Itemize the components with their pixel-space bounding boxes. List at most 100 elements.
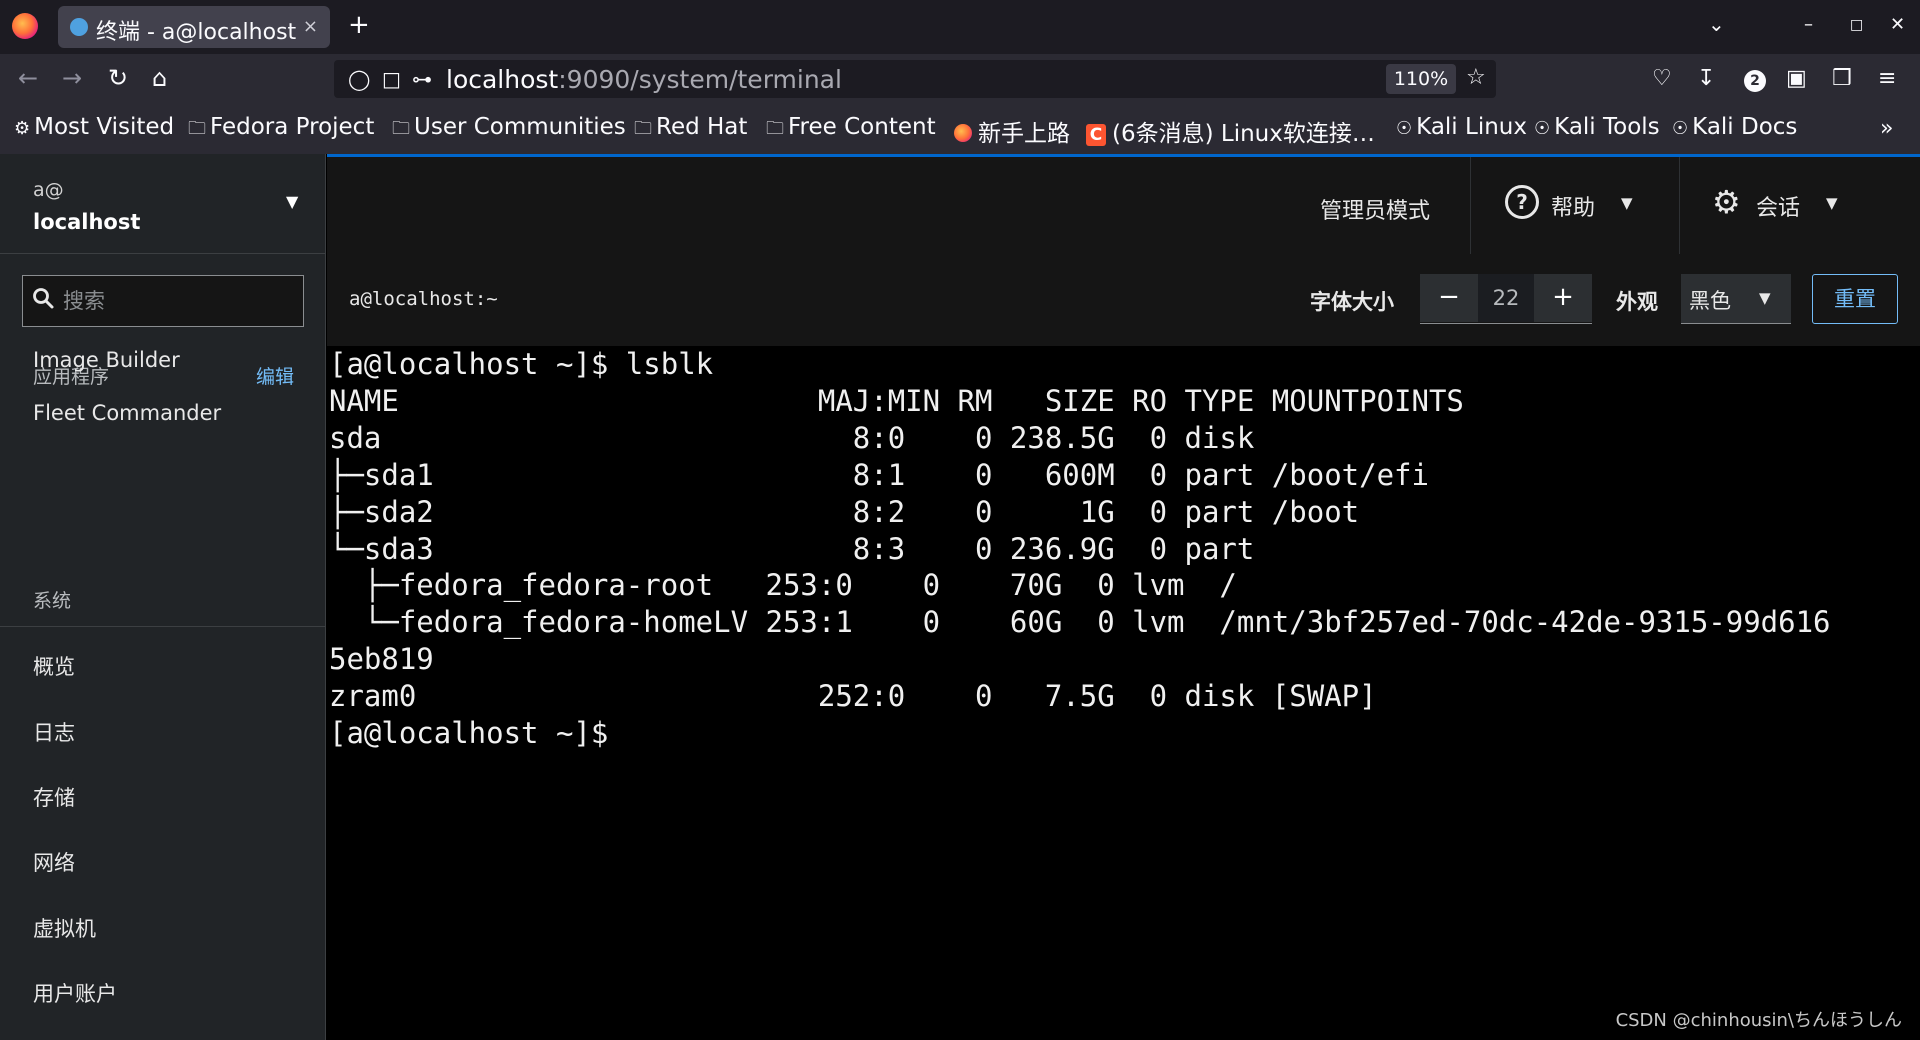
terminal-line: └─sda3 8:3 0 236.9G 0 part (329, 531, 1255, 566)
folder-icon: 🗀 (766, 118, 784, 139)
font-size-value[interactable]: 22 (1478, 274, 1534, 322)
tracking-protection-shield-icon[interactable]: ◯ (348, 67, 370, 91)
terminal-toolbar: a@localhost:~ 字体大小 − 22 + 外观 黑色 ▼ 重置 (327, 254, 1920, 346)
bookmark-label: (6条消息) Linux软连接… (1112, 121, 1375, 147)
forward-arrow-icon[interactable]: → (62, 64, 82, 92)
terminal-screen[interactable]: [a@localhost ~]$ lsblk NAME MAJ:MIN RM S… (327, 346, 1920, 1040)
sidebar-item-accounts[interactable]: 用户账户 (33, 978, 117, 1008)
terminal-line: NAME MAJ:MIN RM SIZE RO TYPE MOUNTPOINTS (329, 383, 1464, 418)
terminal-line: ├─fedora_fedora-root 253:0 0 70G 0 lvm / (329, 568, 1237, 603)
terminal-line: sda 8:0 0 238.5G 0 disk (329, 420, 1255, 455)
terminal-title: a@localhost:~ (349, 288, 498, 310)
bookmark-fedora-project[interactable]: 🗀 Fedora Project (188, 114, 374, 146)
bookmark-kali-linux[interactable]: ☉ Kali Linux (1396, 114, 1527, 140)
bookmark-user-communities[interactable]: 🗀 User Communities (392, 114, 626, 146)
menu-hamburger-icon[interactable]: ≡ (1878, 66, 1896, 91)
tab-close-icon[interactable]: × (303, 16, 318, 37)
font-size-decrease-button[interactable]: − (1420, 274, 1478, 322)
tab-favicon-icon (70, 18, 88, 36)
sidebar-divider (0, 626, 326, 627)
bookmark-label: User Communities (414, 114, 626, 140)
bookmarks-toolbar: ⚙ Most Visited 🗀 Fedora Project 🗀 User Comm… (0, 104, 1920, 154)
font-size-increase-button[interactable]: + (1534, 274, 1592, 322)
appearance-label: 外观 (1616, 290, 1658, 314)
sidebar-item-virtual-machines[interactable]: 虚拟机 (33, 913, 96, 943)
home-icon[interactable]: ⌂ (152, 64, 167, 92)
host-user: a@ (33, 179, 64, 201)
sidebar-item-image-builder[interactable]: Image Builder (33, 348, 180, 372)
gear-icon: ⚙ (1712, 183, 1741, 221)
bookmark-label: Kali Tools (1554, 114, 1660, 140)
url-text[interactable]: localhost:9090/system/terminal (446, 65, 842, 94)
url-host: localhost (446, 65, 559, 94)
browser-nav-bar: ← → ↻ ⌂ ◯ □ ⊶ localhost:9090/system/term… (0, 54, 1920, 104)
caret-down-icon: ▼ (1621, 194, 1633, 212)
gear-icon: ⚙ (14, 118, 31, 139)
bookmark-most-visited[interactable]: ⚙ Most Visited (14, 114, 174, 140)
appearance-select[interactable]: 黑色 ▼ (1681, 274, 1791, 324)
reload-icon[interactable]: ↻ (108, 64, 128, 92)
extension-mask-icon[interactable]: ▣ (1786, 66, 1807, 91)
font-size-label: 字体大小 (1310, 290, 1394, 314)
terminal-output: [a@localhost ~]$ lsblk NAME MAJ:MIN RM S… (329, 346, 1831, 752)
browser-tab[interactable]: 终端 - a@localhost × (58, 6, 330, 48)
bookmark-star-icon[interactable]: ☆ (1466, 65, 1486, 90)
search-icon (33, 288, 54, 309)
sidebar-item-fleet-commander[interactable]: Fleet Commander (33, 401, 221, 425)
firefox-icon (954, 124, 972, 142)
list-tabs-chevron-icon[interactable]: ⌄ (1708, 12, 1725, 36)
bookmark-kali-docs[interactable]: ☉ Kali Docs (1672, 114, 1797, 140)
bookmark-label: Free Content (788, 114, 936, 140)
help-label: 帮助 (1551, 196, 1596, 221)
sidebar-item-logs[interactable]: 日志 (33, 717, 75, 747)
firefox-logo-icon[interactable] (12, 13, 38, 39)
pocket-icon[interactable]: ♡ (1652, 66, 1672, 91)
reset-button[interactable]: 重置 (1812, 274, 1898, 324)
sidebar-item-storage[interactable]: 存储 (33, 782, 75, 812)
edit-apps-link[interactable]: 编辑 (256, 362, 294, 389)
bookmark-xinshou[interactable]: 新手上路 (954, 114, 1070, 148)
page-info-icon[interactable]: □ (382, 67, 401, 91)
search-input[interactable] (63, 284, 293, 318)
csdn-icon: C (1086, 124, 1106, 146)
bookmark-red-hat[interactable]: 🗀 Red Hat (634, 114, 747, 146)
cockpit-masthead: 管理员模式 ? 帮助 ▼ ⚙ 会话 ▼ (327, 154, 1920, 254)
close-window-icon[interactable]: ✕ (1890, 14, 1905, 35)
tab-title: 终端 - a@localhost (96, 20, 297, 45)
sidebar-item-networking[interactable]: 网络 (33, 847, 75, 877)
terminal-line: ├─sda2 8:2 0 1G 0 part /boot (329, 494, 1360, 529)
globe-icon: ☉ (1396, 118, 1413, 139)
downloads-icon[interactable]: ↧ (1697, 66, 1715, 91)
minimize-window-icon[interactable]: – (1804, 14, 1813, 35)
bookmark-free-content[interactable]: 🗀 Free Content (766, 114, 936, 146)
masthead-divider (1470, 157, 1471, 254)
notification-badge[interactable]: 2 (1744, 70, 1766, 92)
back-arrow-icon[interactable]: ← (18, 64, 38, 92)
font-size-stepper: − 22 + (1420, 274, 1592, 324)
masthead-divider (1679, 157, 1680, 254)
host-switcher[interactable]: a@ localhost ▼ (0, 154, 326, 254)
browser-tab-bar: 终端 - a@localhost × + ⌄ – □ ✕ (0, 0, 1920, 54)
admin-mode-button[interactable]: 管理员模式 (1320, 193, 1430, 225)
extensions-puzzle-icon[interactable]: ❒ (1832, 66, 1852, 91)
sidebar-search[interactable] (22, 275, 304, 327)
system-section-header: 系统 (33, 590, 72, 612)
zoom-level-button[interactable]: 110% (1386, 64, 1456, 94)
sidebar-item-overview[interactable]: 概览 (33, 651, 75, 681)
bookmark-label: Kali Linux (1416, 114, 1527, 140)
bookmark-label: Kali Docs (1692, 114, 1798, 140)
terminal-line: └─fedora_fedora-homeLV 253:1 0 60G 0 lvm… (329, 605, 1831, 640)
bookmark-csdn-article[interactable]: C (6条消息) Linux软连接… (1086, 114, 1375, 148)
globe-icon: ☉ (1672, 118, 1689, 139)
bookmark-label: Red Hat (656, 114, 748, 140)
csdn-watermark: CSDN @chinhousin\ちんほうしん (1615, 1010, 1902, 1031)
address-bar[interactable]: ◯ □ ⊶ localhost:9090/system/terminal 110… (334, 60, 1496, 98)
maximize-window-icon[interactable]: □ (1850, 17, 1863, 33)
key-icon[interactable]: ⊶ (412, 67, 432, 91)
bookmark-label: Fedora Project (210, 114, 375, 140)
bookmark-kali-tools[interactable]: ☉ Kali Tools (1534, 114, 1660, 140)
globe-icon: ☉ (1534, 118, 1551, 139)
bookmarks-overflow-chevron-icon[interactable]: » (1880, 116, 1893, 141)
new-tab-button[interactable]: + (348, 10, 370, 40)
help-question-icon: ? (1505, 185, 1539, 219)
